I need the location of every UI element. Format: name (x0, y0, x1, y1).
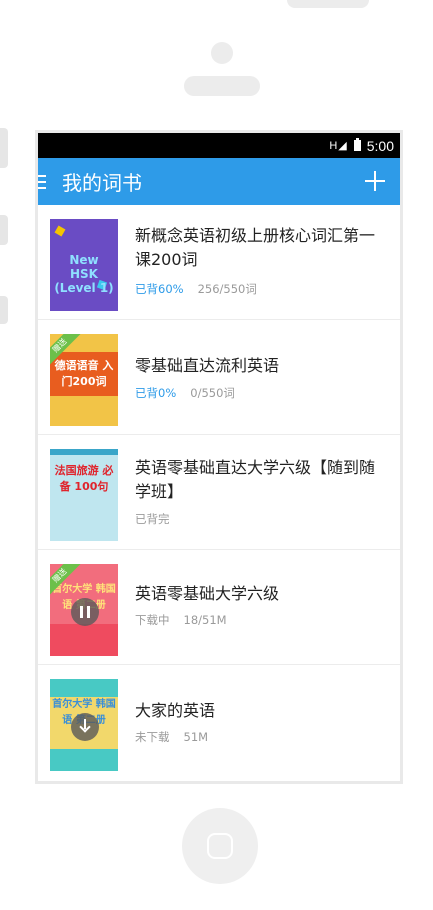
book-row[interactable]: New HSK (Level 1) 新概念英语初级上册核心词汇第一课200词 已… (38, 205, 400, 320)
book-cover: 首尔大学 韩国语 第二册 赠送 (50, 564, 118, 656)
book-status: 已背60% (135, 282, 184, 296)
status-time: 5:00 (366, 137, 394, 154)
battery-icon (353, 138, 361, 151)
book-row[interactable]: 首尔大学 韩国语 第二册 赠送 英语零基础大学六级 下载中 18/51M (38, 550, 400, 665)
book-status: 已背0% (135, 386, 177, 400)
pause-download-button[interactable] (71, 598, 99, 626)
book-cover: 法国旅游 必备 100句 (50, 449, 118, 541)
status-bar: H◢ 5:00 (38, 133, 400, 158)
app-bar: 我的词书 (38, 158, 400, 205)
book-list: New HSK (Level 1) 新概念英语初级上册核心词汇第一课200词 已… (38, 205, 400, 779)
home-square-icon (207, 833, 233, 859)
book-progress: 0/550词 (190, 386, 235, 400)
side-button-2 (0, 215, 8, 245)
home-button[interactable] (182, 808, 258, 884)
book-cover: 首尔大学 韩国语 第二册 (50, 679, 118, 771)
add-book-button[interactable] (364, 170, 386, 192)
book-meta: 已背完 (135, 511, 184, 527)
cover-text: New HSK (Level 1) (54, 253, 114, 295)
book-meta: 未下载 51M (135, 729, 208, 745)
phone-top-edge (287, 0, 369, 8)
front-camera (211, 42, 233, 64)
book-status: 已背完 (135, 512, 170, 526)
signal-icon: H◢ (329, 140, 348, 152)
earpiece-speaker (184, 76, 260, 96)
book-cover: 德语语音 入门200词 赠送 (50, 334, 118, 426)
signal-type: H (329, 140, 339, 152)
pause-icon (87, 606, 90, 618)
page-title: 我的词书 (62, 171, 142, 195)
book-meta: 已背0% 0/550词 (135, 385, 235, 401)
book-progress: 256/550词 (197, 282, 257, 296)
book-title: 大家的英语 (135, 701, 216, 720)
book-progress: 18/51M (183, 613, 227, 627)
side-button-3 (0, 296, 8, 324)
book-title: 英语零基础直达大学六级【随到随学班】 (135, 458, 376, 501)
book-cover: New HSK (Level 1) (50, 219, 118, 311)
cover-stripe (50, 449, 118, 455)
cover-text: 德语语音 入门200词 (54, 359, 114, 388)
book-row[interactable]: 德语语音 入门200词 赠送 零基础直达流利英语 已背0% 0/550词 (38, 320, 400, 435)
book-status: 未下载 (135, 730, 170, 744)
pause-icon (80, 606, 83, 618)
book-meta: 下载中 18/51M (135, 612, 227, 628)
cover-text: 法国旅游 必备 100句 (54, 464, 114, 493)
menu-icon[interactable] (38, 175, 46, 189)
phone-screen: H◢ 5:00 我的词书 New HSK (Level 1) 新概念英语初级上册… (38, 133, 400, 781)
cover-decoration (54, 225, 66, 237)
book-progress: 51M (183, 730, 209, 744)
book-title: 新概念英语初级上册核心词汇第一课200词 (135, 226, 376, 269)
book-title: 零基础直达流利英语 (135, 356, 280, 375)
book-status: 下载中 (135, 613, 170, 627)
book-row[interactable]: 首尔大学 韩国语 第二册 大家的英语 未下载 51M (38, 665, 400, 779)
book-title: 英语零基础大学六级 (135, 584, 280, 603)
download-button[interactable] (71, 713, 99, 741)
side-button-1 (0, 128, 8, 168)
book-row[interactable]: 法国旅游 必备 100句 英语零基础直达大学六级【随到随学班】 已背完 (38, 435, 400, 550)
book-meta: 已背60% 256/550词 (135, 281, 257, 297)
cover-band (50, 624, 118, 656)
download-icon (80, 719, 90, 733)
